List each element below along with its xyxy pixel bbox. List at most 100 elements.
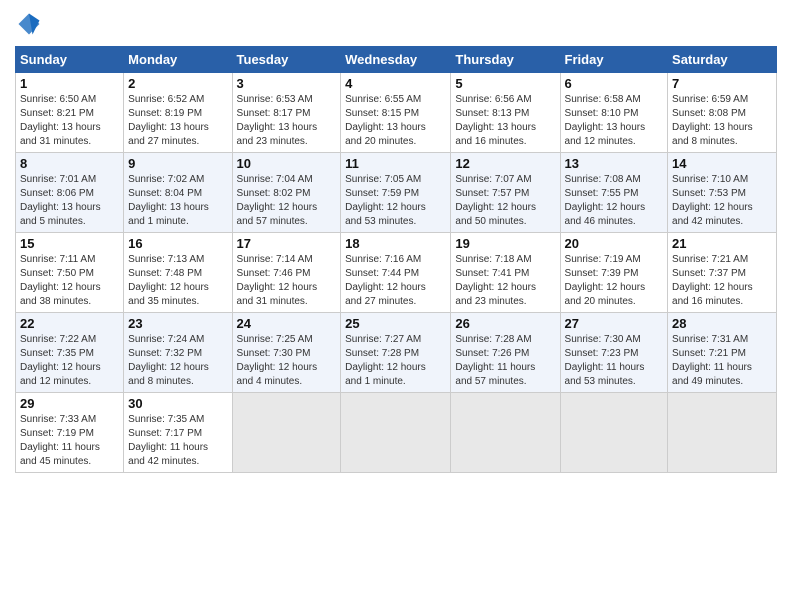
day-number: 18 [345, 236, 446, 251]
day-number: 29 [20, 396, 119, 411]
day-header-saturday: Saturday [668, 47, 777, 73]
day-number: 4 [345, 76, 446, 91]
day-header-monday: Monday [124, 47, 232, 73]
calendar-cell: 2Sunrise: 6:52 AM Sunset: 8:19 PM Daylig… [124, 73, 232, 153]
day-info: Sunrise: 6:58 AM Sunset: 8:10 PM Dayligh… [565, 93, 664, 149]
day-number: 30 [128, 396, 227, 411]
day-info: Sunrise: 6:50 AM Sunset: 8:21 PM Dayligh… [20, 93, 119, 149]
calendar-cell: 28 Sunrise: 7:31 AM Sunset: 7:21 PM Dayli… [668, 313, 777, 393]
day-info: Sunrise: 6:59 AM Sunset: 8:08 PM Dayligh… [672, 93, 772, 149]
calendar-header-row: SundayMondayTuesdayWednesdayThursdayFrid… [16, 47, 777, 73]
day-info: Sunrise: 7:25 AM Sunset: 7:30 PM Dayligh… [237, 333, 337, 389]
calendar-cell: 12 Sunrise: 7:07 AM Sunset: 7:57 PM Dayli… [451, 153, 560, 233]
day-number: 19 [455, 236, 555, 251]
day-number: 2 [128, 76, 227, 91]
day-number: 1 [20, 76, 119, 91]
day-number: 7 [672, 76, 772, 91]
calendar-cell: 16Sunrise: 7:13 AM Sunset: 7:48 PM Dayli… [124, 233, 232, 313]
day-number: 15 [20, 236, 119, 251]
day-number: 12 [455, 156, 555, 171]
calendar-cell: 8 Sunrise: 7:01 AM Sunset: 8:06 PM Daylig… [16, 153, 124, 233]
calendar-cell: 30 Sunrise: 7:35 AM Sunset: 7:17 PM Dayli… [124, 393, 232, 473]
calendar-cell: 11Sunrise: 7:05 AM Sunset: 7:59 PM Dayli… [341, 153, 451, 233]
calendar-cell [451, 393, 560, 473]
page-container: SundayMondayTuesdayWednesdayThursdayFrid… [0, 0, 792, 612]
day-info: Sunrise: 7:19 AM Sunset: 7:39 PM Dayligh… [565, 253, 664, 309]
day-info: Sunrise: 7:05 AM Sunset: 7:59 PM Dayligh… [345, 173, 446, 229]
calendar-week-3: 15 Sunrise: 7:11 AM Sunset: 7:50 PM Dayli… [16, 233, 777, 313]
day-info: Sunrise: 7:35 AM Sunset: 7:17 PM Dayligh… [128, 413, 227, 469]
day-info: Sunrise: 7:28 AM Sunset: 7:26 PM Dayligh… [455, 333, 555, 389]
day-info: Sunrise: 7:10 AM Sunset: 7:53 PM Dayligh… [672, 173, 772, 229]
calendar-cell: 17Sunrise: 7:14 AM Sunset: 7:46 PM Dayli… [232, 233, 341, 313]
day-header-friday: Friday [560, 47, 668, 73]
day-info: Sunrise: 7:24 AM Sunset: 7:32 PM Dayligh… [128, 333, 227, 389]
logo [15, 10, 47, 38]
day-info: Sunrise: 7:16 AM Sunset: 7:44 PM Dayligh… [345, 253, 446, 309]
day-info: Sunrise: 7:11 AM Sunset: 7:50 PM Dayligh… [20, 253, 119, 309]
day-info: Sunrise: 7:30 AM Sunset: 7:23 PM Dayligh… [565, 333, 664, 389]
day-number: 8 [20, 156, 119, 171]
calendar-cell: 22Sunrise: 7:22 AM Sunset: 7:35 PM Dayli… [16, 313, 124, 393]
day-number: 28 [672, 316, 772, 331]
day-number: 9 [128, 156, 227, 171]
calendar-cell: 24 Sunrise: 7:25 AM Sunset: 7:30 PM Dayli… [232, 313, 341, 393]
day-number: 26 [455, 316, 555, 331]
day-info: Sunrise: 7:13 AM Sunset: 7:48 PM Dayligh… [128, 253, 227, 309]
day-number: 3 [237, 76, 337, 91]
header [15, 10, 777, 38]
day-info: Sunrise: 7:27 AM Sunset: 7:28 PM Dayligh… [345, 333, 446, 389]
calendar-week-4: 22Sunrise: 7:22 AM Sunset: 7:35 PM Dayli… [16, 313, 777, 393]
day-number: 23 [128, 316, 227, 331]
day-info: Sunrise: 7:14 AM Sunset: 7:46 PM Dayligh… [237, 253, 337, 309]
calendar-cell: 19 Sunrise: 7:18 AM Sunset: 7:41 PM Dayli… [451, 233, 560, 313]
day-info: Sunrise: 7:18 AM Sunset: 7:41 PM Dayligh… [455, 253, 555, 309]
calendar-cell: 23 Sunrise: 7:24 AM Sunset: 7:32 PM Dayli… [124, 313, 232, 393]
day-info: Sunrise: 7:21 AM Sunset: 7:37 PM Dayligh… [672, 253, 772, 309]
day-header-thursday: Thursday [451, 47, 560, 73]
calendar-cell: 3 Sunrise: 6:53 AM Sunset: 8:17 PM Daylig… [232, 73, 341, 153]
day-number: 24 [237, 316, 337, 331]
day-number: 27 [565, 316, 664, 331]
calendar-cell: 5Sunrise: 6:56 AM Sunset: 8:13 PM Daylig… [451, 73, 560, 153]
calendar-cell: 10 Sunrise: 7:04 AM Sunset: 8:02 PM Dayli… [232, 153, 341, 233]
day-info: Sunrise: 7:31 AM Sunset: 7:21 PM Dayligh… [672, 333, 772, 389]
calendar-cell: 14Sunrise: 7:10 AM Sunset: 7:53 PM Dayli… [668, 153, 777, 233]
calendar-cell [560, 393, 668, 473]
day-number: 10 [237, 156, 337, 171]
calendar-week-1: 1 Sunrise: 6:50 AM Sunset: 8:21 PM Daylig… [16, 73, 777, 153]
day-number: 20 [565, 236, 664, 251]
calendar-cell: 6 Sunrise: 6:58 AM Sunset: 8:10 PM Daylig… [560, 73, 668, 153]
calendar-cell: 18 Sunrise: 7:16 AM Sunset: 7:44 PM Dayli… [341, 233, 451, 313]
day-info: Sunrise: 6:55 AM Sunset: 8:15 PM Dayligh… [345, 93, 446, 149]
logo-icon [15, 10, 43, 38]
day-header-tuesday: Tuesday [232, 47, 341, 73]
calendar-week-2: 8 Sunrise: 7:01 AM Sunset: 8:06 PM Daylig… [16, 153, 777, 233]
calendar-cell: 29 Sunrise: 7:33 AM Sunset: 7:19 PM Dayli… [16, 393, 124, 473]
day-info: Sunrise: 6:53 AM Sunset: 8:17 PM Dayligh… [237, 93, 337, 149]
calendar: SundayMondayTuesdayWednesdayThursdayFrid… [15, 46, 777, 473]
calendar-cell: 25Sunrise: 7:27 AM Sunset: 7:28 PM Dayli… [341, 313, 451, 393]
day-info: Sunrise: 7:33 AM Sunset: 7:19 PM Dayligh… [20, 413, 119, 469]
day-info: Sunrise: 7:07 AM Sunset: 7:57 PM Dayligh… [455, 173, 555, 229]
calendar-cell [341, 393, 451, 473]
day-number: 13 [565, 156, 664, 171]
day-info: Sunrise: 7:01 AM Sunset: 8:06 PM Dayligh… [20, 173, 119, 229]
calendar-cell [668, 393, 777, 473]
day-header-sunday: Sunday [16, 47, 124, 73]
day-header-wednesday: Wednesday [341, 47, 451, 73]
calendar-cell: 27 Sunrise: 7:30 AM Sunset: 7:23 PM Dayli… [560, 313, 668, 393]
calendar-cell: 26 Sunrise: 7:28 AM Sunset: 7:26 PM Dayli… [451, 313, 560, 393]
day-number: 6 [565, 76, 664, 91]
day-number: 21 [672, 236, 772, 251]
calendar-week-5: 29 Sunrise: 7:33 AM Sunset: 7:19 PM Dayli… [16, 393, 777, 473]
calendar-cell: 4 Sunrise: 6:55 AM Sunset: 8:15 PM Daylig… [341, 73, 451, 153]
calendar-cell: 20 Sunrise: 7:19 AM Sunset: 7:39 PM Dayli… [560, 233, 668, 313]
day-info: Sunrise: 7:22 AM Sunset: 7:35 PM Dayligh… [20, 333, 119, 389]
calendar-cell: 7 Sunrise: 6:59 AM Sunset: 8:08 PM Daylig… [668, 73, 777, 153]
day-info: Sunrise: 7:04 AM Sunset: 8:02 PM Dayligh… [237, 173, 337, 229]
calendar-cell: 13 Sunrise: 7:08 AM Sunset: 7:55 PM Dayli… [560, 153, 668, 233]
calendar-cell: 15 Sunrise: 7:11 AM Sunset: 7:50 PM Dayli… [16, 233, 124, 313]
calendar-cell: 1 Sunrise: 6:50 AM Sunset: 8:21 PM Daylig… [16, 73, 124, 153]
day-info: Sunrise: 7:08 AM Sunset: 7:55 PM Dayligh… [565, 173, 664, 229]
